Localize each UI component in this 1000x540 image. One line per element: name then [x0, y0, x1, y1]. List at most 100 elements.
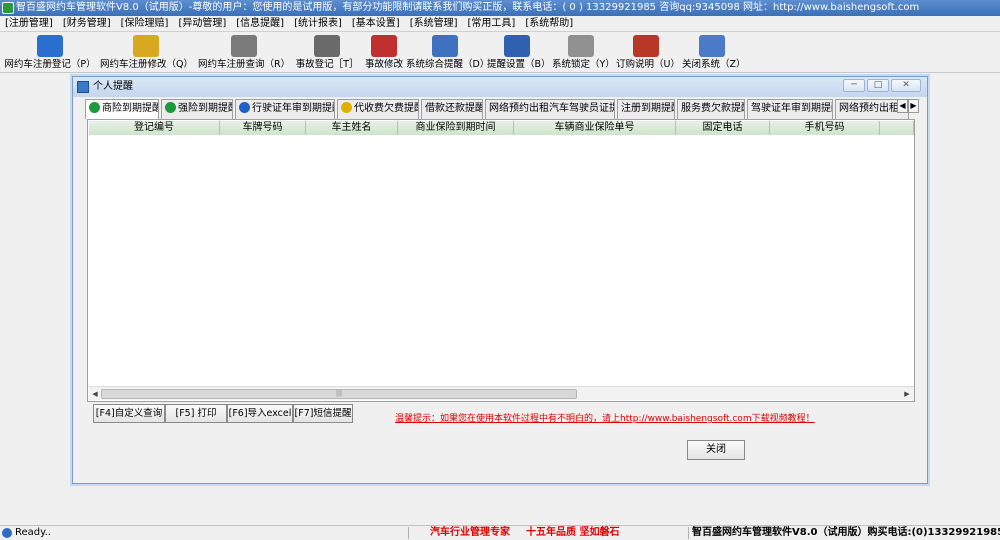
column-header-insurance-expiry[interactable]: 商业保险到期时间: [398, 121, 514, 135]
tab-service-fee-arrears[interactable]: 服务费欠款提醒: [677, 99, 745, 119]
query-registration-label: 网约车注册查询（R）: [198, 59, 291, 70]
system-reminder-label: 系统综合提醒（D）: [406, 59, 490, 70]
gear-icon: [504, 35, 530, 57]
menu-bar: [注册管理] [财务管理] [保险理赔] [异动管理] [信息提醒] [统计报表] [基本设…: [0, 16, 1000, 32]
book-icon: [633, 35, 659, 57]
status-icon: [2, 528, 12, 538]
status-divider: [408, 527, 409, 539]
monitor-icon: [37, 35, 63, 57]
tab-label: 借款还款提醒: [425, 103, 483, 114]
horizontal-scrollbar[interactable]: ◀ ||| ▶: [89, 386, 914, 400]
register-car-button[interactable]: 网约车注册登记（P）: [4, 33, 96, 73]
register-car-label: 网约车注册登记（P）: [4, 59, 96, 70]
minimize-button[interactable]: ─: [843, 79, 865, 92]
column-header-owner[interactable]: 车主姓名: [306, 121, 398, 135]
reminder-settings-label: 提醒设置（B）: [487, 59, 551, 70]
close-window-button[interactable]: ✕: [891, 79, 921, 92]
print-button[interactable]: [F5] 打印: [165, 404, 227, 423]
scroll-left-arrow-icon[interactable]: ◀: [89, 388, 101, 400]
child-title-bar: 个人提醒 ─ □ ✕: [73, 77, 927, 97]
app-icon: [2, 2, 14, 14]
tab-loan-repayment[interactable]: 借款还款提醒: [421, 99, 483, 119]
tab-fee-arrears[interactable]: 代收费欠费提醒: [337, 99, 419, 119]
menu-tools[interactable]: [常用工具]: [463, 16, 521, 32]
tab-label: 商险到期提醒: [102, 103, 159, 114]
system-lock-label: 系统锁定（Y）: [552, 59, 615, 70]
search-car-icon: [231, 35, 257, 57]
column-header-mobile[interactable]: 手机号码: [770, 121, 880, 135]
tab-vehicle-license-review[interactable]: 行驶证年审到期提醒: [235, 99, 335, 119]
edit-registration-label: 网约车注册修改（Q）: [100, 59, 193, 70]
tab-label: 代收费欠费提醒: [354, 103, 419, 114]
tab-registration-expiry[interactable]: 注册到期提醒: [617, 99, 675, 119]
menu-insurance-claims[interactable]: [保险理赔]: [116, 16, 174, 32]
tab-driver-certificate[interactable]: 网络预约出租汽车驾驶员证提醒: [485, 99, 615, 119]
tab-scroll-left-icon[interactable]: ◀: [897, 99, 908, 113]
info-icon: [239, 102, 250, 113]
tab-commercial-insurance[interactable]: 商险到期提醒: [85, 99, 159, 119]
personal-reminder-window: 个人提醒 ─ □ ✕ 商险到期提醒 强险到期提醒 行驶证年审到期提醒 代收费欠费…: [72, 76, 928, 484]
menu-help[interactable]: [系统帮助]: [520, 16, 578, 32]
column-header-extra[interactable]: [880, 121, 914, 135]
reminder-tabs: 商险到期提醒 强险到期提醒 行驶证年审到期提醒 代收费欠费提醒 借款还款提醒 网…: [85, 99, 919, 119]
system-reminder-button[interactable]: 系统综合提醒（D）: [406, 33, 490, 73]
column-header-plate[interactable]: 车牌号码: [220, 121, 306, 135]
car-icon: [165, 102, 176, 113]
system-lock-button[interactable]: 系统锁定（Y）: [552, 33, 615, 73]
car-icon: [89, 102, 100, 113]
order-info-label: 订购说明（U）: [616, 59, 680, 70]
maximize-button[interactable]: □: [867, 79, 889, 92]
accident-register-label: 事故登记［T］: [295, 59, 359, 70]
menu-changes[interactable]: [异动管理]: [173, 16, 231, 32]
tools-edit-icon: [371, 35, 397, 57]
warning-icon: [341, 102, 352, 113]
accident-edit-label: 事故修改: [364, 59, 403, 70]
scrollbar-thumb[interactable]: |||: [101, 389, 577, 399]
tab-label: 服务费欠款提醒: [681, 103, 745, 114]
reminder-settings-button[interactable]: 提醒设置（B）: [487, 33, 551, 73]
import-excel-button[interactable]: [F6]导入excel: [227, 404, 293, 423]
tab-compulsory-insurance[interactable]: 强险到期提醒: [161, 99, 233, 119]
tab-label: 注册到期提醒: [621, 103, 675, 114]
accident-edit-button[interactable]: 事故修改: [362, 33, 406, 73]
title-bar: 智百盛网约车管理软件V8.0（试用版）-尊敬的用户：您使用的是试用版，有部分功能…: [0, 0, 1000, 16]
edit-registration-button[interactable]: 网约车注册修改（Q）: [100, 33, 193, 73]
status-slogan-quality: 十五年品质 坚如磐石: [526, 527, 620, 538]
tab-label: 驾驶证年审到期提醒: [751, 103, 833, 114]
status-product-info: 智百盛网约车管理软件V8.0（试用版）购买电话:(0)13329921985: [692, 527, 1000, 538]
menu-basic-settings[interactable]: [基本设置]: [347, 16, 405, 32]
toolbar: 网约车注册登记（P） 网约车注册修改（Q） 网约车注册查询（R） 事故登记［T］…: [0, 33, 1000, 73]
exit-system-button[interactable]: 关闭系统（Z）: [682, 33, 746, 73]
tab-scroll-right-icon[interactable]: ▶: [908, 99, 919, 113]
menu-reports[interactable]: [统计报表]: [289, 16, 347, 32]
status-slogan: 汽车行业管理专家: [430, 527, 510, 538]
column-header-policy-no[interactable]: 车辆商业保险单号: [514, 121, 676, 135]
box-icon: [314, 35, 340, 57]
child-window-title: 个人提醒: [93, 81, 133, 92]
scroll-right-arrow-icon[interactable]: ▶: [901, 388, 913, 400]
menu-system[interactable]: [系统管理]: [405, 16, 463, 32]
tip-link[interactable]: 温馨提示：如果您在使用本软件过程中有不明白的，请上http://www.bais…: [395, 411, 815, 424]
tab-label: 强险到期提醒: [178, 103, 233, 114]
tab-label: 行驶证年审到期提醒: [252, 103, 335, 114]
custom-query-button[interactable]: [F4]自定义查询: [93, 404, 165, 423]
close-button[interactable]: 关闭: [687, 440, 745, 460]
exit-system-label: 关闭系统（Z）: [682, 59, 746, 70]
folder-edit-icon: [133, 35, 159, 57]
menu-reminders[interactable]: [信息提醒]: [231, 16, 289, 32]
grid-header: 登记编号 车牌号码 车主姓名 商业保险到期时间 车辆商业保险单号 固定电话 手机…: [89, 121, 914, 135]
column-header-reg-no[interactable]: 登记编号: [89, 121, 220, 135]
shapes-icon: [432, 35, 458, 57]
status-ready: Ready..: [15, 527, 51, 538]
accident-register-button[interactable]: 事故登记［T］: [294, 33, 360, 73]
query-registration-button[interactable]: 网约车注册查询（R）: [198, 33, 290, 73]
order-info-button[interactable]: 订购说明（U）: [616, 33, 680, 73]
menu-finance[interactable]: [财务管理]: [58, 16, 116, 32]
tab-driver-license-review[interactable]: 驾驶证年审到期提醒: [747, 99, 833, 119]
sms-reminder-button[interactable]: [F7]短信提醒: [293, 404, 353, 423]
status-divider: [688, 527, 689, 539]
column-header-phone[interactable]: 固定电话: [676, 121, 770, 135]
lock-icon: [568, 35, 594, 57]
menu-register[interactable]: [注册管理]: [0, 16, 58, 32]
window-title: 智百盛网约车管理软件V8.0（试用版）-尊敬的用户：您使用的是试用版，有部分功能…: [16, 2, 920, 13]
